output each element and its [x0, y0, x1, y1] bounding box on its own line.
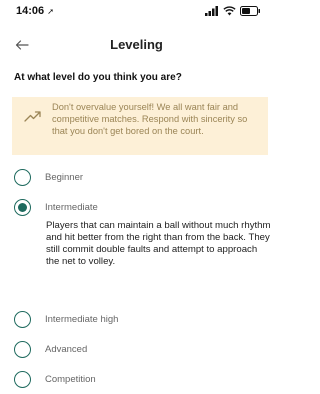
radio-advanced[interactable] [14, 341, 31, 358]
level-label-competition: Competition [45, 374, 96, 385]
level-description: Players that can maintain a ball without… [46, 220, 271, 267]
warning-notice: Don't overvalue yourself! We all want fa… [12, 97, 268, 155]
level-option-advanced[interactable]: Advanced [14, 341, 87, 358]
trending-up-icon [24, 111, 41, 122]
level-option-competition[interactable]: Competition [14, 371, 96, 388]
page-title: Leveling [110, 37, 163, 52]
radio-beginner[interactable] [14, 169, 31, 186]
level-label-intermediate-high: Intermediate high [45, 314, 119, 325]
battery-icon [240, 6, 260, 16]
radio-intermediate-high[interactable] [14, 311, 31, 328]
cellular-signal-icon [205, 6, 218, 16]
header: Leveling [0, 30, 273, 60]
wifi-icon [223, 6, 236, 16]
location-arrow-icon: ➚ [47, 7, 54, 16]
status-time-text: 14:06 [16, 5, 45, 17]
notice-text: Don't overvalue yourself! We all want fa… [52, 102, 248, 136]
level-option-intermediate-high[interactable]: Intermediate high [14, 311, 118, 328]
radio-competition[interactable] [14, 371, 31, 388]
level-option-beginner[interactable]: Beginner [14, 169, 83, 186]
level-option-intermediate[interactable]: Intermediate [14, 199, 98, 216]
radio-intermediate[interactable] [14, 199, 31, 216]
status-bar: 14:06 ➚ [0, 0, 273, 22]
status-icons [205, 6, 261, 16]
status-time: 14:06 ➚ [16, 5, 54, 17]
level-label-beginner: Beginner [45, 172, 84, 183]
level-label-intermediate: Intermediate [45, 202, 98, 213]
level-question: At what level do you think you are? [14, 72, 182, 83]
level-label-advanced: Advanced [45, 344, 88, 355]
